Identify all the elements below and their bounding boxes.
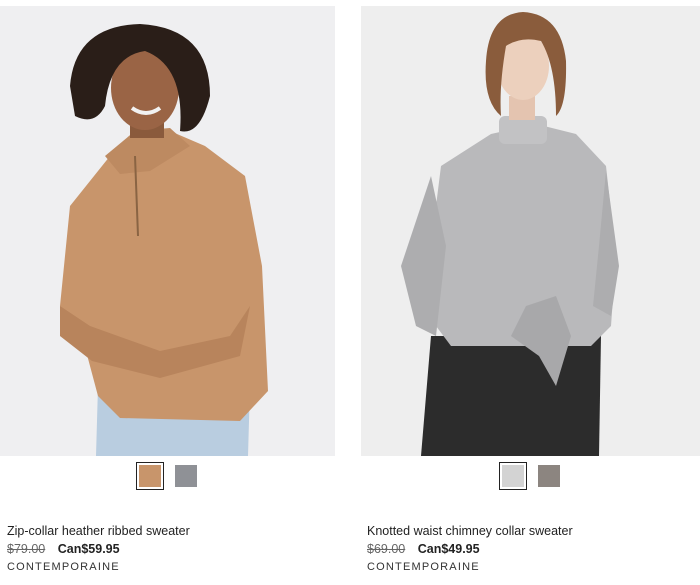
- color-swatches: [0, 462, 335, 490]
- sale-price: Can$59.95: [57, 542, 120, 556]
- color-swatches: [361, 462, 700, 490]
- product-name[interactable]: Knotted waist chimney collar sweater: [367, 524, 573, 538]
- color-swatch[interactable]: [172, 462, 200, 490]
- sale-price: Can$49.95: [417, 542, 480, 556]
- product-prices: $69.00 Can$49.95: [367, 542, 480, 556]
- product-photo-illustration: [0, 6, 335, 456]
- product-photo-illustration: [361, 6, 700, 456]
- original-price: $69.00: [367, 542, 406, 556]
- swatch-color: [501, 465, 524, 487]
- product-image[interactable]: [361, 6, 700, 456]
- swatch-color: [174, 465, 197, 487]
- color-swatch-selected[interactable]: [498, 462, 527, 490]
- color-swatch[interactable]: [535, 462, 563, 490]
- original-price: $79.00: [7, 542, 46, 556]
- swatch-color: [138, 465, 161, 487]
- swatch-color: [537, 465, 560, 487]
- product-name[interactable]: Zip-collar heather ribbed sweater: [7, 524, 190, 538]
- color-swatch-selected[interactable]: [135, 462, 164, 490]
- brand-name: CONTEMPORAINE: [7, 561, 120, 573]
- brand-name: CONTEMPORAINE: [367, 561, 480, 573]
- product-prices: $79.00 Can$59.95: [7, 542, 120, 556]
- product-image[interactable]: [0, 6, 335, 456]
